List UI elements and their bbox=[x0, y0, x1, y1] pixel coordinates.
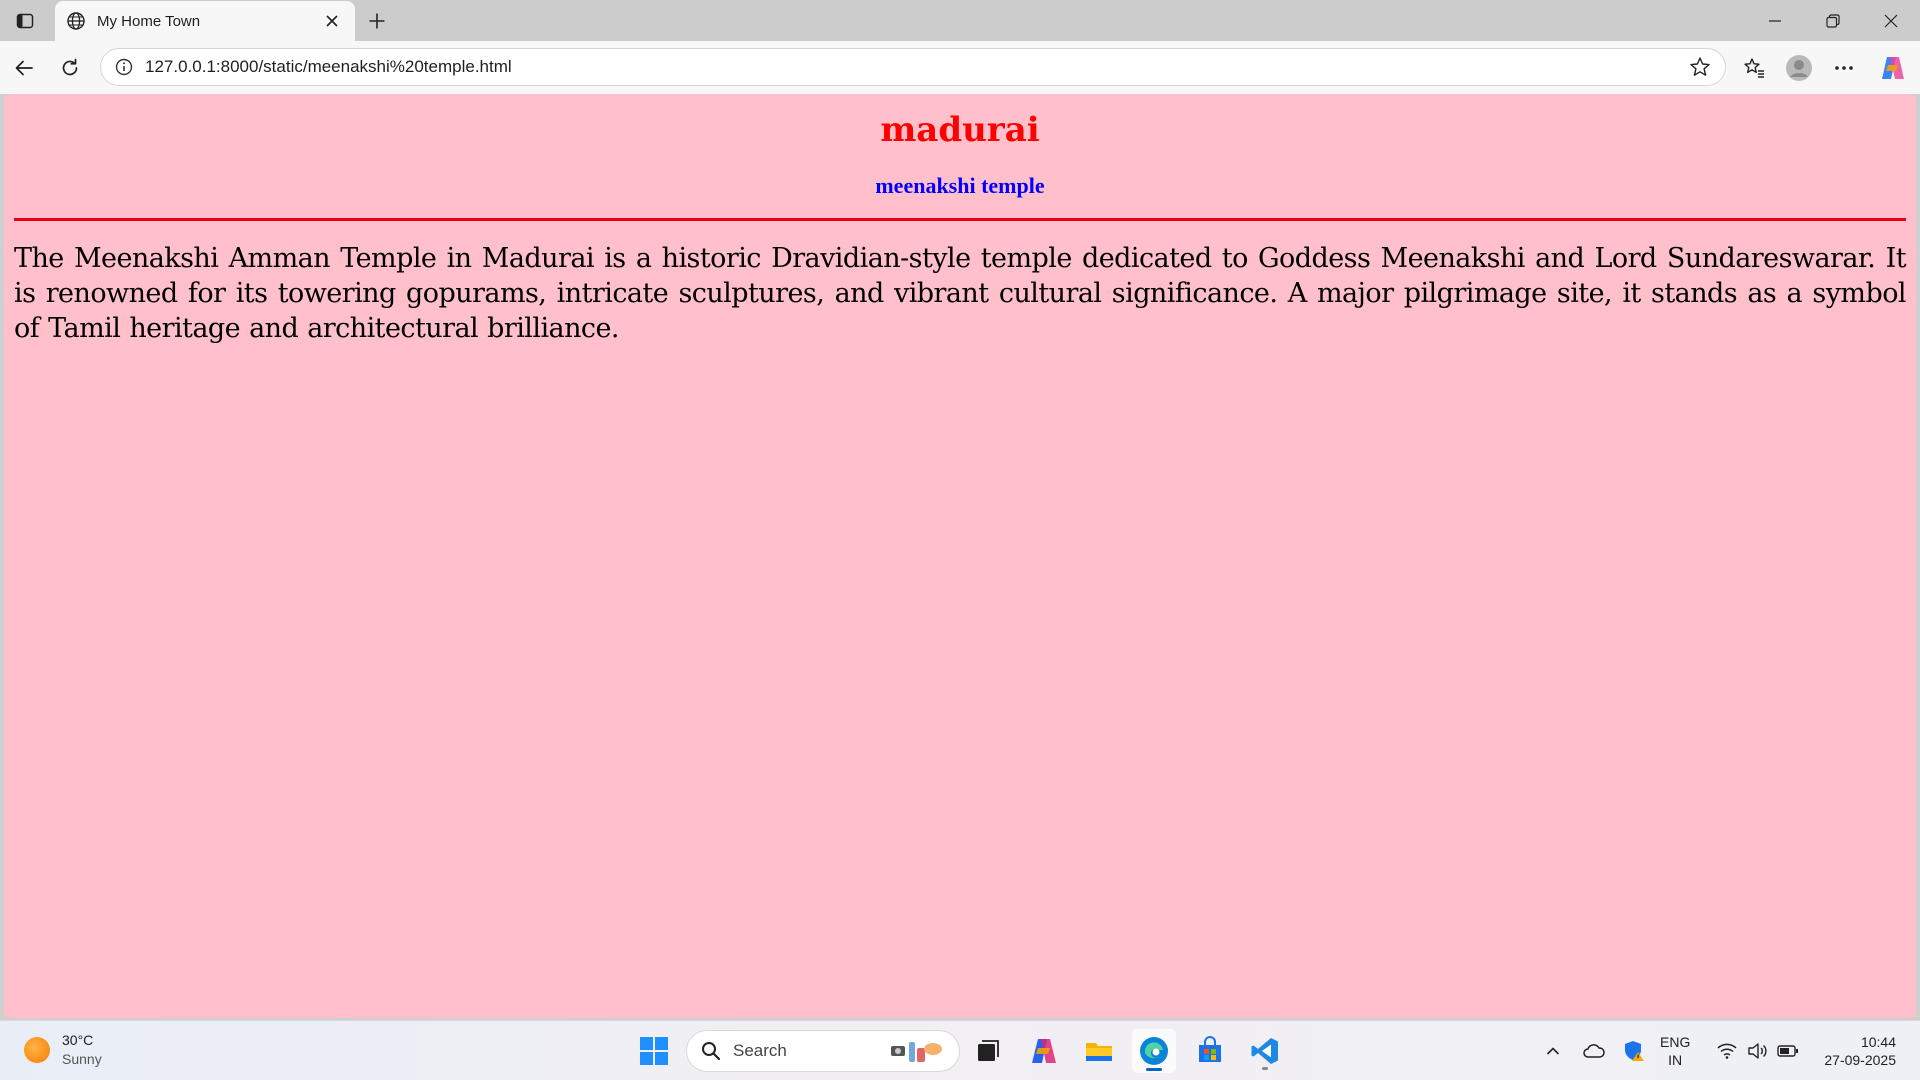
more-dots-icon bbox=[1835, 66, 1853, 70]
edge-icon bbox=[1140, 1037, 1168, 1065]
taskbar-search[interactable]: Search bbox=[686, 1030, 960, 1072]
address-bar[interactable]: 127.0.0.1:8000/static/meenakshi%20temple… bbox=[100, 48, 1726, 86]
page-heading: madurai bbox=[880, 110, 1040, 150]
file-explorer-icon bbox=[1086, 1043, 1112, 1061]
clock-time: 10:44 bbox=[1860, 1034, 1896, 1050]
microsoft-store-icon bbox=[1199, 1036, 1221, 1062]
start-button[interactable] bbox=[632, 1029, 676, 1073]
minimize-icon bbox=[1769, 20, 1781, 22]
horizontal-rule bbox=[14, 218, 1906, 221]
taskbar: 30°C Sunny Search ENG IN 10:44 27-09-202… bbox=[0, 1020, 1920, 1080]
show-hidden-icons-button[interactable] bbox=[1540, 1029, 1566, 1073]
browser-toolbar: 127.0.0.1:8000/static/meenakshi%20temple… bbox=[0, 41, 1920, 94]
search-icon bbox=[702, 1042, 721, 1061]
weather-temperature: 30°C bbox=[62, 1032, 94, 1048]
site-info-icon[interactable] bbox=[113, 56, 135, 78]
windows-start-icon bbox=[640, 1037, 668, 1065]
copilot-icon bbox=[1032, 1039, 1056, 1063]
sun-icon bbox=[24, 1037, 50, 1063]
copilot-icon bbox=[1882, 57, 1904, 79]
browser-tab[interactable]: My Home Town bbox=[55, 1, 355, 41]
battery-icon bbox=[1777, 1045, 1798, 1057]
search-highlight-icon bbox=[891, 1042, 942, 1062]
battery-button[interactable] bbox=[1774, 1029, 1802, 1073]
vscode-button[interactable] bbox=[1243, 1029, 1287, 1073]
security-button[interactable] bbox=[1620, 1029, 1648, 1073]
clock-date: 27-09-2025 bbox=[1824, 1052, 1896, 1068]
weather-widget[interactable]: 30°C Sunny bbox=[24, 1031, 102, 1069]
file-explorer-button[interactable] bbox=[1077, 1029, 1121, 1073]
page-subheading: meenakshi temple bbox=[875, 173, 1045, 198]
region-code: IN bbox=[1668, 1052, 1683, 1068]
restore-icon bbox=[1826, 14, 1840, 28]
language-code: ENG bbox=[1660, 1034, 1691, 1050]
onedrive-button[interactable] bbox=[1580, 1029, 1608, 1073]
add-favorite-star-icon[interactable] bbox=[1687, 54, 1713, 80]
refresh-icon bbox=[62, 58, 78, 76]
chevron-up-icon bbox=[1546, 1047, 1560, 1055]
description-paragraph: The Meenakshi Amman Temple in Madurai is… bbox=[14, 243, 1907, 344]
tab-actions-button[interactable] bbox=[10, 8, 40, 34]
favorites-icon bbox=[1744, 58, 1764, 78]
plus-icon bbox=[369, 13, 385, 29]
volume-button[interactable] bbox=[1744, 1029, 1770, 1073]
clock[interactable]: 10:44 27-09-2025 bbox=[1812, 1033, 1896, 1069]
close-tab-icon[interactable] bbox=[321, 10, 343, 32]
tab-actions-icon bbox=[16, 13, 34, 29]
copilot-button[interactable] bbox=[1875, 51, 1911, 85]
weather-condition: Sunny bbox=[62, 1051, 102, 1067]
close-icon bbox=[1884, 14, 1898, 28]
running-indicator bbox=[1262, 1067, 1268, 1070]
refresh-button[interactable] bbox=[52, 51, 88, 85]
speaker-icon bbox=[1748, 1043, 1767, 1059]
url-text[interactable]: 127.0.0.1:8000/static/meenakshi%20temple… bbox=[145, 57, 1687, 77]
network-button[interactable] bbox=[1714, 1029, 1740, 1073]
cloud-icon bbox=[1583, 1044, 1605, 1058]
language-indicator[interactable]: ENG IN bbox=[1660, 1033, 1690, 1069]
restore-button[interactable] bbox=[1810, 6, 1856, 36]
microsoft-store-button[interactable] bbox=[1188, 1029, 1232, 1073]
wifi-icon bbox=[1717, 1043, 1737, 1059]
tab-strip: My Home Town bbox=[0, 0, 1920, 41]
back-button[interactable] bbox=[6, 51, 42, 85]
vscode-icon bbox=[1251, 1038, 1278, 1064]
search-label: Search bbox=[733, 1041, 787, 1060]
active-indicator bbox=[1146, 1068, 1162, 1071]
profile-button[interactable] bbox=[1781, 51, 1817, 85]
new-tab-button[interactable] bbox=[362, 6, 392, 36]
favorites-button[interactable] bbox=[1736, 51, 1772, 85]
edge-button[interactable] bbox=[1132, 1029, 1176, 1073]
page-viewport: madurai meenakshi temple The Meenakshi A… bbox=[4, 94, 1916, 1018]
avatar bbox=[1786, 55, 1812, 81]
shield-warning-icon bbox=[1625, 1041, 1644, 1061]
back-arrow-icon bbox=[15, 60, 33, 76]
globe-icon bbox=[65, 10, 87, 32]
tab-title: My Home Town bbox=[97, 12, 201, 30]
task-view-icon bbox=[978, 1040, 999, 1061]
copilot-taskbar-button[interactable] bbox=[1022, 1029, 1066, 1073]
more-options-button[interactable] bbox=[1826, 51, 1862, 85]
minimize-button[interactable] bbox=[1752, 6, 1798, 36]
task-view-button[interactable] bbox=[966, 1029, 1010, 1073]
close-window-button[interactable] bbox=[1868, 6, 1914, 36]
